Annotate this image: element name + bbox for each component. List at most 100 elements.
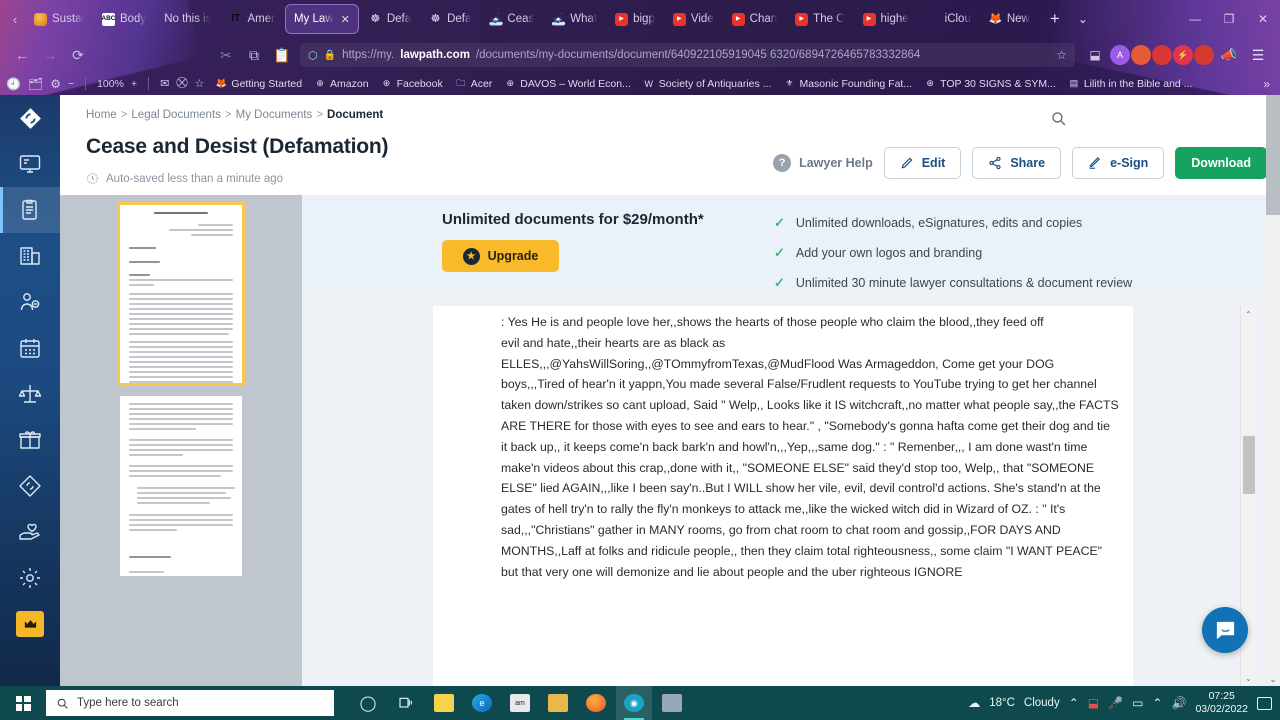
reload-icon[interactable]: ⟳ — [64, 42, 92, 68]
browser-tab[interactable]: ABC Body — [94, 4, 154, 34]
minimize-button[interactable]: — — [1178, 4, 1212, 34]
megaphone-icon[interactable]: 📣 — [1215, 42, 1243, 68]
browser-tab[interactable]: 🗻 Ceas — [481, 4, 542, 34]
teams-icon[interactable]: ⬓ — [1088, 696, 1099, 710]
copy-icon[interactable]: ⧉ — [240, 42, 268, 68]
lawpath-logo-icon[interactable] — [0, 95, 60, 141]
document-page[interactable]: : Yes He is and people love her,,shows t… — [433, 306, 1133, 686]
sidebar-item-settings[interactable] — [0, 555, 60, 601]
edge-icon[interactable]: e — [464, 686, 500, 720]
ext-orange-icon[interactable] — [1131, 45, 1151, 65]
download-button[interactable]: Download — [1175, 147, 1267, 179]
bookmark-item[interactable]: 🦊 Getting Started — [210, 76, 307, 92]
browser-tab[interactable]: bigp — [607, 4, 663, 34]
mail-icon[interactable]: ✉ — [160, 77, 169, 90]
bookmark-item[interactable]: ⚜ Masonic Founding Fat... — [778, 76, 917, 92]
page-thumbnail[interactable] — [117, 202, 245, 386]
history-icon[interactable]: 🕘 — [6, 77, 21, 91]
scrollbar-thumb[interactable] — [1243, 436, 1255, 494]
bookmarks-overflow-icon[interactable]: » — [1263, 77, 1274, 91]
sidebar-item-upgrade[interactable] — [16, 611, 44, 637]
back-icon[interactable]: ← — [8, 42, 36, 68]
sidebar-item-tags[interactable] — [0, 463, 60, 509]
bookmark-item[interactable]: 🗀 Acer — [450, 76, 498, 92]
scroll-down-icon[interactable]: ⌄ — [1241, 670, 1256, 686]
browser-tab[interactable]: 🗻 What — [544, 4, 605, 34]
zoom-out-button[interactable]: − — [68, 78, 74, 90]
sidebar-item-dashboard[interactable] — [0, 141, 60, 187]
edit-button[interactable]: Edit — [883, 147, 962, 179]
browser-tab[interactable]: Vide — [665, 4, 722, 34]
bookmark-item[interactable]: ▤ Lilith in the Bible and ... — [1063, 76, 1198, 92]
browser-tab[interactable]: highe — [855, 4, 917, 34]
browser-tab[interactable]: ☸ Defa — [421, 4, 479, 34]
browser-tab[interactable]: Chan — [724, 4, 786, 34]
lawyer-help-button[interactable]: ? Lawyer Help — [773, 154, 873, 172]
page-thumbnail[interactable] — [120, 396, 242, 576]
browser-tab[interactable]: My Law ✕ — [284, 4, 359, 34]
scroll-up-icon[interactable]: ⌃ — [1241, 306, 1256, 322]
browser-tab[interactable]: No this is — [156, 4, 219, 34]
cut-icon[interactable]: ✂ — [212, 42, 240, 68]
bookmark-star-icon[interactable]: ☆ — [1056, 48, 1067, 62]
browser-tab[interactable]: The C — [787, 4, 852, 34]
upgrade-button[interactable]: ★ Upgrade — [442, 240, 559, 272]
wifi-icon[interactable]: ⌃ — [1152, 696, 1162, 710]
recorder-icon[interactable]: ◉ — [616, 686, 652, 720]
start-button[interactable] — [0, 686, 46, 720]
breadcrumb-item[interactable]: Home — [86, 109, 117, 121]
new-tab-button[interactable]: + — [1040, 9, 1070, 29]
sidebar-item-legal-advice[interactable] — [0, 371, 60, 417]
page-scrollbar-thumb[interactable] — [1266, 95, 1280, 215]
page-scroll-down-icon[interactable]: ⌄ — [1266, 672, 1280, 686]
volume-icon[interactable]: 🔊 — [1171, 696, 1186, 710]
account-icon[interactable]: A — [1110, 45, 1130, 65]
ext-red-icon[interactable] — [1152, 45, 1172, 65]
screen-app-icon[interactable] — [654, 686, 690, 720]
tray-expand-icon[interactable]: ⌃ — [1069, 696, 1079, 710]
cortana-icon[interactable]: ◯ — [350, 686, 386, 720]
sidebar-item-people[interactable] — [0, 279, 60, 325]
breadcrumb-item[interactable]: Legal Documents — [131, 109, 221, 121]
gear-icon[interactable]: ⚙ — [50, 77, 61, 91]
menu-icon[interactable]: ☰ — [1244, 42, 1272, 68]
close-tab-icon[interactable]: ✕ — [341, 13, 350, 26]
taskbar-clock[interactable]: 07:25 03/02/2022 — [1195, 690, 1248, 716]
ext-red2-icon[interactable] — [1194, 45, 1214, 65]
esign-button[interactable]: e-Sign — [1072, 147, 1165, 179]
notification-icon[interactable] — [1257, 696, 1272, 710]
search-icon[interactable] — [1050, 110, 1067, 132]
battery-icon[interactable]: ▭ — [1132, 696, 1143, 710]
tab-scroll-left-icon[interactable]: ‹ — [4, 0, 26, 38]
bookmark-item[interactable]: ⊕ TOP 30 SIGNS & SYM... — [919, 76, 1061, 92]
bookmark-item[interactable]: W Society of Antiquaries ... — [638, 76, 777, 92]
browser-tab[interactable]: iClou — [919, 4, 979, 34]
zoom-in-button[interactable]: + — [131, 78, 137, 90]
close-button[interactable]: ✕ — [1246, 4, 1280, 34]
bookmark-item[interactable]: ⊕ Facebook — [376, 76, 448, 92]
page-scrollbar[interactable]: ⌄ — [1266, 95, 1280, 686]
taskbar-search-input[interactable]: Type here to search — [46, 690, 334, 716]
sidebar-item-documents[interactable] — [0, 187, 60, 233]
bookmark-star-icon[interactable]: ☆ — [195, 77, 205, 90]
ext-pink-icon[interactable]: ⚡ — [1173, 45, 1193, 65]
bookmark-item[interactable]: ⊕ DAVOS – World Econ... — [499, 76, 636, 92]
sidebar-item-calendar[interactable] — [0, 325, 60, 371]
sidebar-item-support[interactable] — [0, 509, 60, 555]
bookmark-item[interactable]: ⊕ Amazon — [309, 76, 374, 92]
tab-list-chevron-icon[interactable]: ⌄ — [1070, 12, 1096, 26]
task-view-icon[interactable] — [388, 686, 424, 720]
file-explorer-icon[interactable] — [540, 686, 576, 720]
intercom-chat-button[interactable] — [1202, 607, 1248, 653]
forward-icon[interactable]: → — [36, 42, 64, 68]
sticky-notes-icon[interactable] — [426, 686, 462, 720]
browser-tab[interactable]: Sustai — [26, 4, 92, 34]
maximize-button[interactable]: ❐ — [1212, 4, 1246, 34]
browser-tab[interactable]: 🦊 New — [981, 4, 1038, 34]
folder-icon[interactable]: 🗂 — [28, 77, 43, 91]
browser-tab[interactable]: IT Amer — [221, 4, 282, 34]
firefox-icon[interactable] — [578, 686, 614, 720]
share-button[interactable]: Share — [972, 147, 1062, 179]
broken-link-icon[interactable]: ⛒ — [176, 77, 187, 90]
address-bar[interactable]: ⬡ 🔒 https://my. lawpath.com/documents/my-… — [300, 43, 1075, 67]
